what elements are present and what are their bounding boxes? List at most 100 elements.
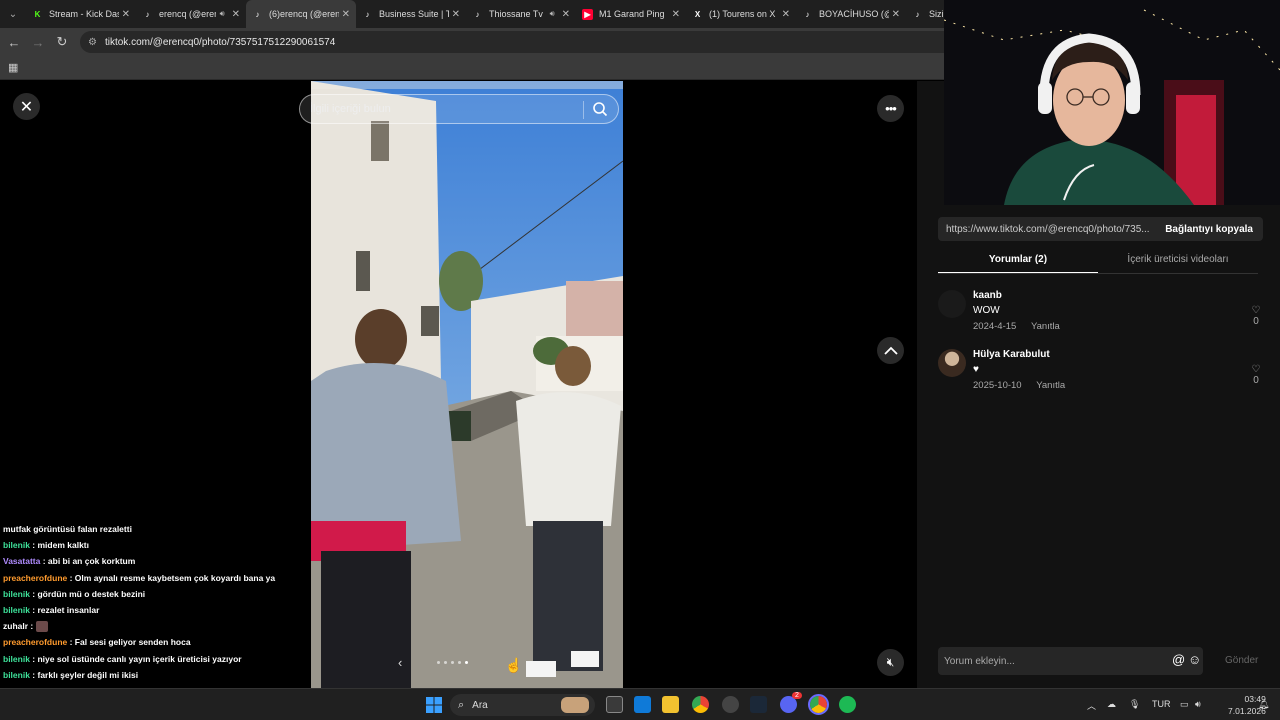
avatar[interactable] — [938, 349, 966, 377]
chat-username[interactable]: bilenik — [3, 654, 30, 664]
chat-text: : midem kalktı — [29, 540, 89, 551]
chat-username[interactable]: bilenik — [3, 670, 30, 680]
site-info-icon[interactable]: ⚙ — [88, 37, 97, 48]
reload-icon[interactable]: ↻ — [50, 28, 74, 56]
apps-grid-icon[interactable]: ▦ — [8, 61, 18, 74]
tab-creator-videos[interactable]: İçerik üreticisi videoları — [1098, 251, 1258, 274]
tab-close-icon[interactable]: ✕ — [452, 9, 460, 20]
copy-link-button[interactable]: Bağlantıyı kopyala — [1155, 224, 1263, 235]
tab-search-menu-icon[interactable]: ⌄ — [0, 0, 26, 28]
chat-username[interactable]: zuhalr — [3, 621, 28, 631]
comment-like[interactable]: ♡ 0 — [1249, 364, 1263, 386]
volume-icon[interactable]: 🔊︎ — [1195, 699, 1201, 710]
forward-arrow-icon[interactable]: → — [26, 28, 50, 56]
chat-username[interactable]: bilenik — [3, 540, 30, 550]
tab-close-icon[interactable]: ✕ — [892, 9, 900, 20]
reply-button[interactable]: Yanıtla — [1031, 321, 1060, 332]
file-explorer-icon[interactable] — [662, 696, 679, 713]
chat-username[interactable]: bilenik — [3, 605, 30, 615]
tiktok-icon: ♪ — [805, 9, 810, 19]
tab-close-icon[interactable]: ✕ — [232, 9, 240, 20]
taskbar-search[interactable]: ⌕ Ara — [450, 694, 595, 716]
windows-start-icon[interactable] — [426, 697, 442, 713]
chat-username[interactable]: bilenik — [3, 589, 30, 599]
mention-icon[interactable]: @ — [1172, 652, 1185, 667]
task-view-icon[interactable] — [606, 696, 623, 713]
comment-author[interactable]: kaanb — [973, 290, 1002, 301]
comment-like[interactable]: ♡ 0 — [1249, 305, 1263, 327]
tiktok-icon: ♪ — [915, 9, 920, 19]
chat-text: : farklı şeyler değil mi ikisi — [29, 669, 139, 680]
x-icon: X — [694, 9, 701, 19]
previous-slide-icon[interactable]: ‹ — [398, 655, 402, 670]
chat-text: : niye sol üstünde canlı yayın içerik ür… — [29, 653, 242, 664]
chat-cut-line — [0, 512, 330, 521]
mouse-cursor-icon: ☝ — [505, 657, 523, 673]
search-placeholder: İlgili içeriği bulun — [310, 103, 391, 115]
search-field[interactable]: İlgili içeriği bulun — [299, 94, 619, 124]
browser-tab[interactable]: ♪ BOYACİHUSO (@bo✕ — [796, 0, 906, 28]
store-icon[interactable] — [634, 696, 651, 713]
heart-icon[interactable]: ♡ — [1249, 305, 1263, 316]
notification-bell-icon[interactable]: 🔔︎ — [1258, 699, 1269, 710]
browser-tab[interactable]: K Stream - Kick Dash✕ — [26, 0, 136, 28]
tab-audio-icon[interactable]: 🔊︎ — [550, 9, 555, 19]
reply-button[interactable]: Yanıtla — [1036, 380, 1065, 391]
browser-tab[interactable]: ♪ Business Suite | TikTok✕ — [356, 0, 466, 28]
chat-text: : rezalet insanlar — [29, 605, 100, 616]
chat-username[interactable]: preacherofdune — [3, 637, 67, 647]
chat-username[interactable]: preacherofdune — [3, 573, 67, 583]
chevron-up-icon[interactable] — [877, 337, 904, 364]
photo-slide[interactable] — [311, 81, 623, 688]
browser-tab[interactable]: ♪ (6)erencq (@erencq✕ — [246, 0, 356, 28]
chat-username[interactable]: Vasatatta — [3, 556, 40, 566]
mute-icon[interactable]: 🔇︎ — [877, 649, 904, 676]
browser-tab[interactable]: ♪ erencq (@erencq 🔊︎ ✕ — [136, 0, 246, 28]
tab-comments[interactable]: Yorumlar (2) — [938, 251, 1098, 274]
spotify-icon[interactable] — [839, 696, 856, 713]
streamer-webcam — [944, 0, 1280, 205]
tab-title: (6)erencq (@erencq — [269, 9, 339, 19]
browser-tab[interactable]: ♪ Thiossane Tv 🔊︎ ✕ — [466, 0, 576, 28]
network-icon[interactable]: ▭ — [1180, 699, 1189, 710]
chrome-icon[interactable] — [692, 696, 709, 713]
comment-author[interactable]: Hülya Karabulut — [973, 349, 1050, 360]
slide-dot[interactable] — [444, 661, 447, 664]
slide-dot[interactable] — [451, 661, 454, 664]
tab-audio-icon[interactable]: 🔊︎ — [220, 9, 225, 19]
browser-tab[interactable]: ▶ M1 Garand Ping ✕ — [576, 0, 686, 28]
chrome-profile-icon[interactable] — [808, 694, 829, 715]
app-icon[interactable] — [722, 696, 739, 713]
emoji-icon[interactable]: ☺ — [1188, 652, 1201, 667]
share-link-text[interactable]: https://www.tiktok.com/@erencq0/photo/73… — [938, 224, 1155, 235]
tab-close-icon[interactable]: ✕ — [782, 9, 790, 20]
chat-message: zuhalr : — [0, 618, 330, 634]
back-arrow-icon[interactable]: ← — [2, 28, 26, 56]
steam-icon[interactable] — [750, 696, 767, 713]
search-icon[interactable] — [592, 101, 608, 117]
slide-dot[interactable] — [458, 661, 461, 664]
cloud-icon[interactable]: ☁ — [1107, 699, 1116, 710]
language-indicator[interactable]: TUR — [1152, 699, 1171, 709]
tab-close-icon[interactable]: ✕ — [672, 9, 680, 20]
heart-icon[interactable]: ♡ — [1249, 364, 1263, 375]
comment-text: WOW — [973, 305, 1000, 316]
avatar[interactable] — [938, 290, 966, 318]
close-icon[interactable]: ✕ — [13, 93, 40, 120]
send-button[interactable]: Gönder — [1225, 655, 1258, 666]
tab-close-icon[interactable]: ✕ — [562, 9, 570, 20]
tab-strip: KStream - Kick Dash✕♪erencq (@erencq🔊︎✕♪… — [26, 0, 1016, 28]
comment-input[interactable]: Yorum ekleyin... @ ☺ — [938, 647, 1203, 675]
browser-tab[interactable]: X (1) Tourens on X ✕ — [686, 0, 796, 28]
slide-dot[interactable] — [465, 661, 468, 664]
street-photo — [311, 81, 623, 688]
tab-close-icon[interactable]: ✕ — [122, 9, 130, 20]
comment-date: 2024-4-15 — [973, 321, 1017, 332]
tab-title: Stream - Kick Dash — [49, 9, 119, 19]
tray-expand-icon[interactable]: ︿ — [1087, 699, 1096, 712]
slide-dot[interactable] — [437, 661, 440, 664]
tab-close-icon[interactable]: ✕ — [342, 9, 350, 20]
tiktok-icon: ♪ — [475, 9, 480, 19]
more-options-icon[interactable]: ••• — [877, 95, 904, 122]
microphone-icon[interactable]: 🎙︎ — [1129, 699, 1140, 710]
